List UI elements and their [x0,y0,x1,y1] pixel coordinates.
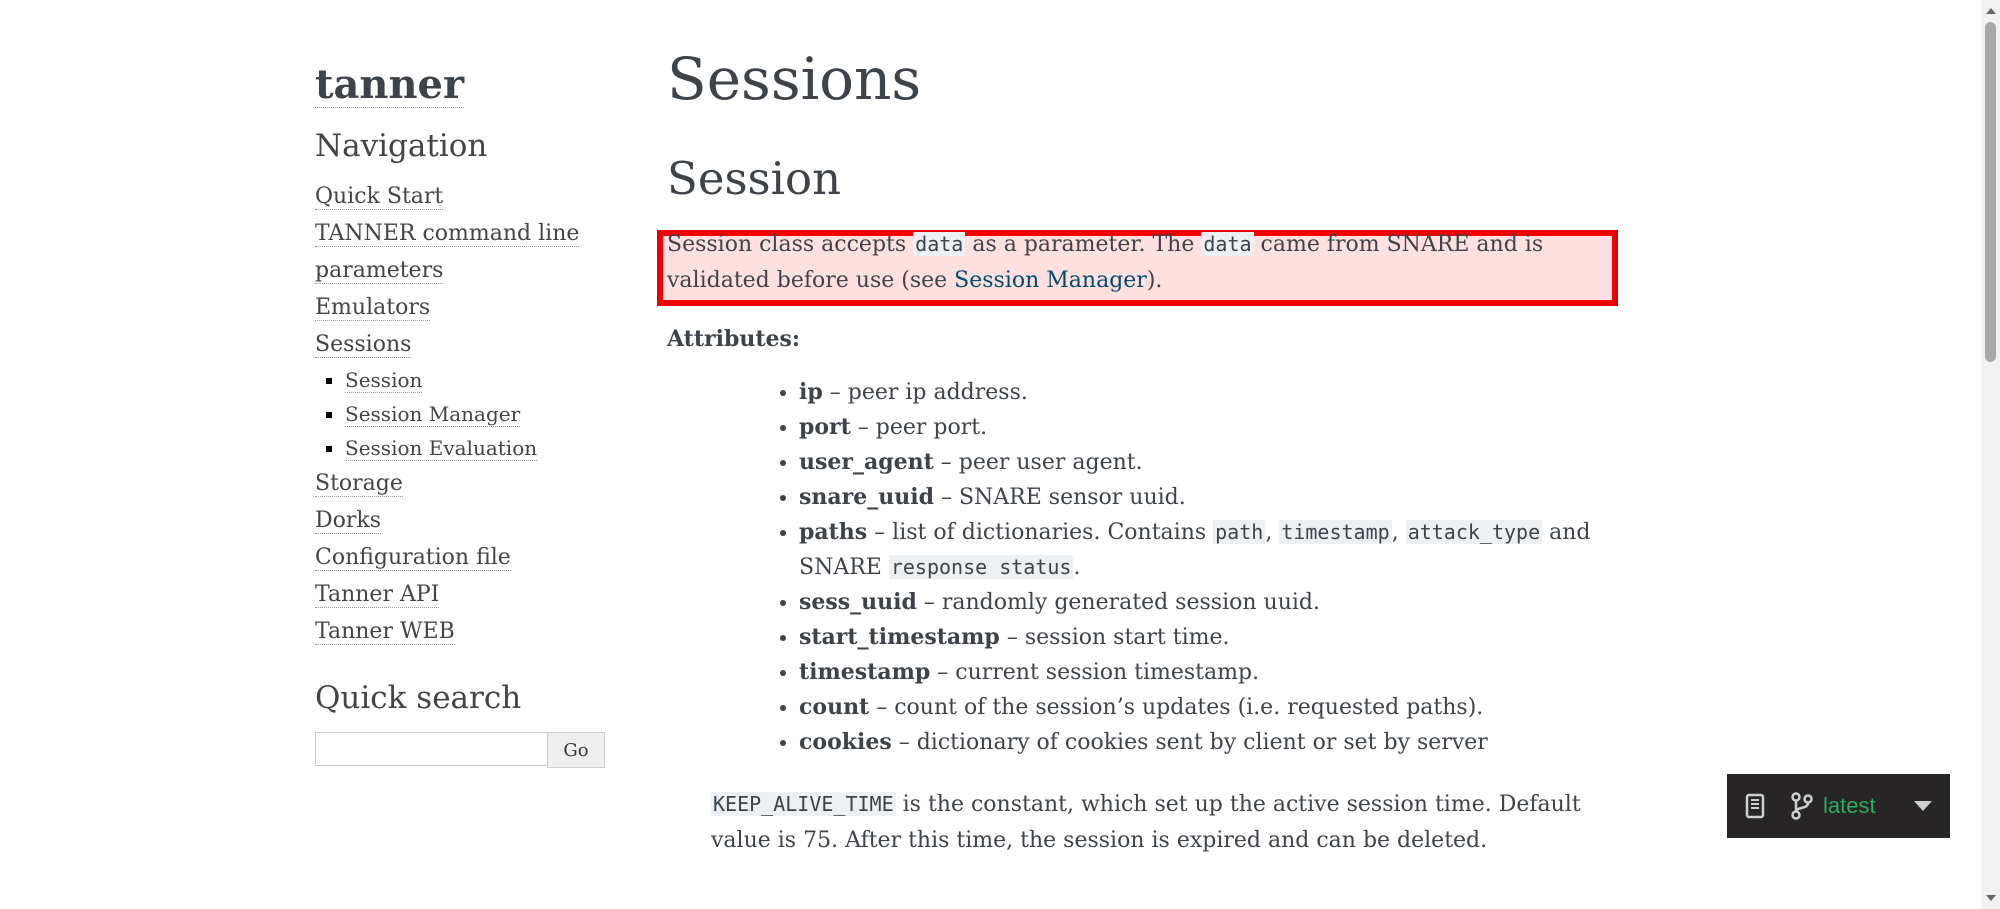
intro-paragraph: Session class accepts data as a paramete… [667,226,1627,299]
attribute-desc: – peer ip address. [822,380,1028,405]
code-path: path [1213,520,1266,544]
attribute-item: start_timestamp – session start time. [799,620,1627,655]
nav-item-sessions[interactable]: Sessions [315,332,412,358]
page-title: Sessions [667,45,922,113]
intro-code-data-1: data [913,232,966,256]
nav-item-command-line-cont[interactable]: parameters [315,258,444,284]
intro-code-data-2: data [1201,232,1254,256]
page-scrollbar[interactable] [1981,0,2000,909]
attribute-item: count – count of the session’s updates (… [799,690,1627,725]
nav-item-quick-start[interactable]: Quick Start [315,184,444,210]
paths-end: . [1073,555,1081,580]
scroll-down-icon[interactable] [1986,895,1996,901]
intro-text-4: ). [1146,268,1163,293]
attribute-name: sess_uuid [799,589,917,615]
section-title: Session [667,152,842,205]
version-badge[interactable]: latest [1727,774,1950,838]
nav-item-storage[interactable]: Storage [315,471,403,497]
go-button[interactable]: Go [547,732,605,768]
nav-list: Quick Start TANNER command line paramete… [315,178,615,650]
attribute-desc: – current session timestamp. [930,660,1260,685]
attribute-item: timestamp – current session timestamp. [799,655,1627,690]
nav-item-command-line[interactable]: TANNER command line [315,221,580,247]
attribute-desc: – list of dictionaries. Contains [867,520,1214,545]
code-sep: , [1265,520,1280,545]
attribute-desc: – session start time. [999,625,1230,650]
version-label[interactable]: latest [1823,793,1876,819]
keep-alive-code: KEEP_ALIVE_TIME [711,792,896,816]
scrollbar-thumb[interactable] [1985,22,1996,362]
nav-item-dorks[interactable]: Dorks [315,508,382,534]
caret-down-icon[interactable] [1914,801,1932,811]
nav-item-tanner-web[interactable]: Tanner WEB [315,619,455,645]
book-icon [1745,793,1765,819]
attribute-name: cookies [799,729,892,755]
attribute-item: port – peer port. [799,410,1627,445]
navigation-title: Navigation [315,128,488,164]
attribute-desc: – peer user agent. [933,450,1143,475]
keep-alive-paragraph: KEEP_ALIVE_TIME is the constant, which s… [711,786,1631,859]
attribute-name: paths [799,519,868,545]
attribute-name: user_agent [799,449,934,475]
main-content: Sessions Session Session class accepts d… [667,40,1627,859]
intro-text-1: Session class accepts [667,232,914,257]
scroll-up-icon[interactable] [1986,8,1996,14]
attribute-desc: – dictionary of cookies sent by client o… [891,730,1488,755]
code-sep: , [1391,520,1406,545]
code-timestamp: timestamp [1279,520,1392,544]
nav-item-emulators[interactable]: Emulators [315,295,431,321]
attribute-item: paths – list of dictionaries. Contains p… [799,515,1627,585]
attribute-item: sess_uuid – randomly generated session u… [799,585,1627,620]
attribute-name: timestamp [799,659,931,685]
intro-text-2: as a parameter. The [965,232,1202,257]
attribute-name: snare_uuid [799,484,934,510]
nav-sublist: Session Session Manager Session Evaluati… [345,363,615,465]
sidebar: tanner Navigation Quick Start TANNER com… [315,55,615,768]
attribute-desc: – count of the session’s updates (i.e. r… [869,695,1484,720]
quick-search-title: Quick search [315,680,522,716]
attributes-title: Attributes: [667,326,800,352]
site-logo[interactable]: tanner [315,63,465,108]
attributes-list: ip – peer ip address. port – peer port. … [667,375,1627,760]
branch-icon [1789,791,1815,821]
nav-subitem-session-evaluation[interactable]: Session Evaluation [345,436,538,461]
attribute-desc: – SNARE sensor uuid. [933,485,1186,510]
attribute-name: start_timestamp [799,624,1000,650]
nav-subitem-session-manager[interactable]: Session Manager [345,402,521,427]
attribute-name: count [799,694,870,720]
search-input[interactable] [315,732,548,766]
code-attack-type: attack_type [1405,520,1543,544]
session-manager-link[interactable]: Session Manager [954,268,1147,293]
attribute-desc: – randomly generated session uuid. [916,590,1320,615]
attribute-item: cookies – dictionary of cookies sent by … [799,725,1627,760]
attribute-item: ip – peer ip address. [799,375,1627,410]
attribute-item: user_agent – peer user agent. [799,445,1627,480]
attribute-name: ip [799,379,823,405]
attribute-item: snare_uuid – SNARE sensor uuid. [799,480,1627,515]
code-response-status: response status [888,555,1074,579]
attribute-desc: – peer port. [850,415,988,440]
attribute-name: port [799,414,851,440]
nav-item-configuration-file[interactable]: Configuration file [315,545,511,571]
search-form: Go [315,732,615,768]
nav-subitem-session[interactable]: Session [345,368,423,393]
nav-item-tanner-api[interactable]: Tanner API [315,582,440,608]
